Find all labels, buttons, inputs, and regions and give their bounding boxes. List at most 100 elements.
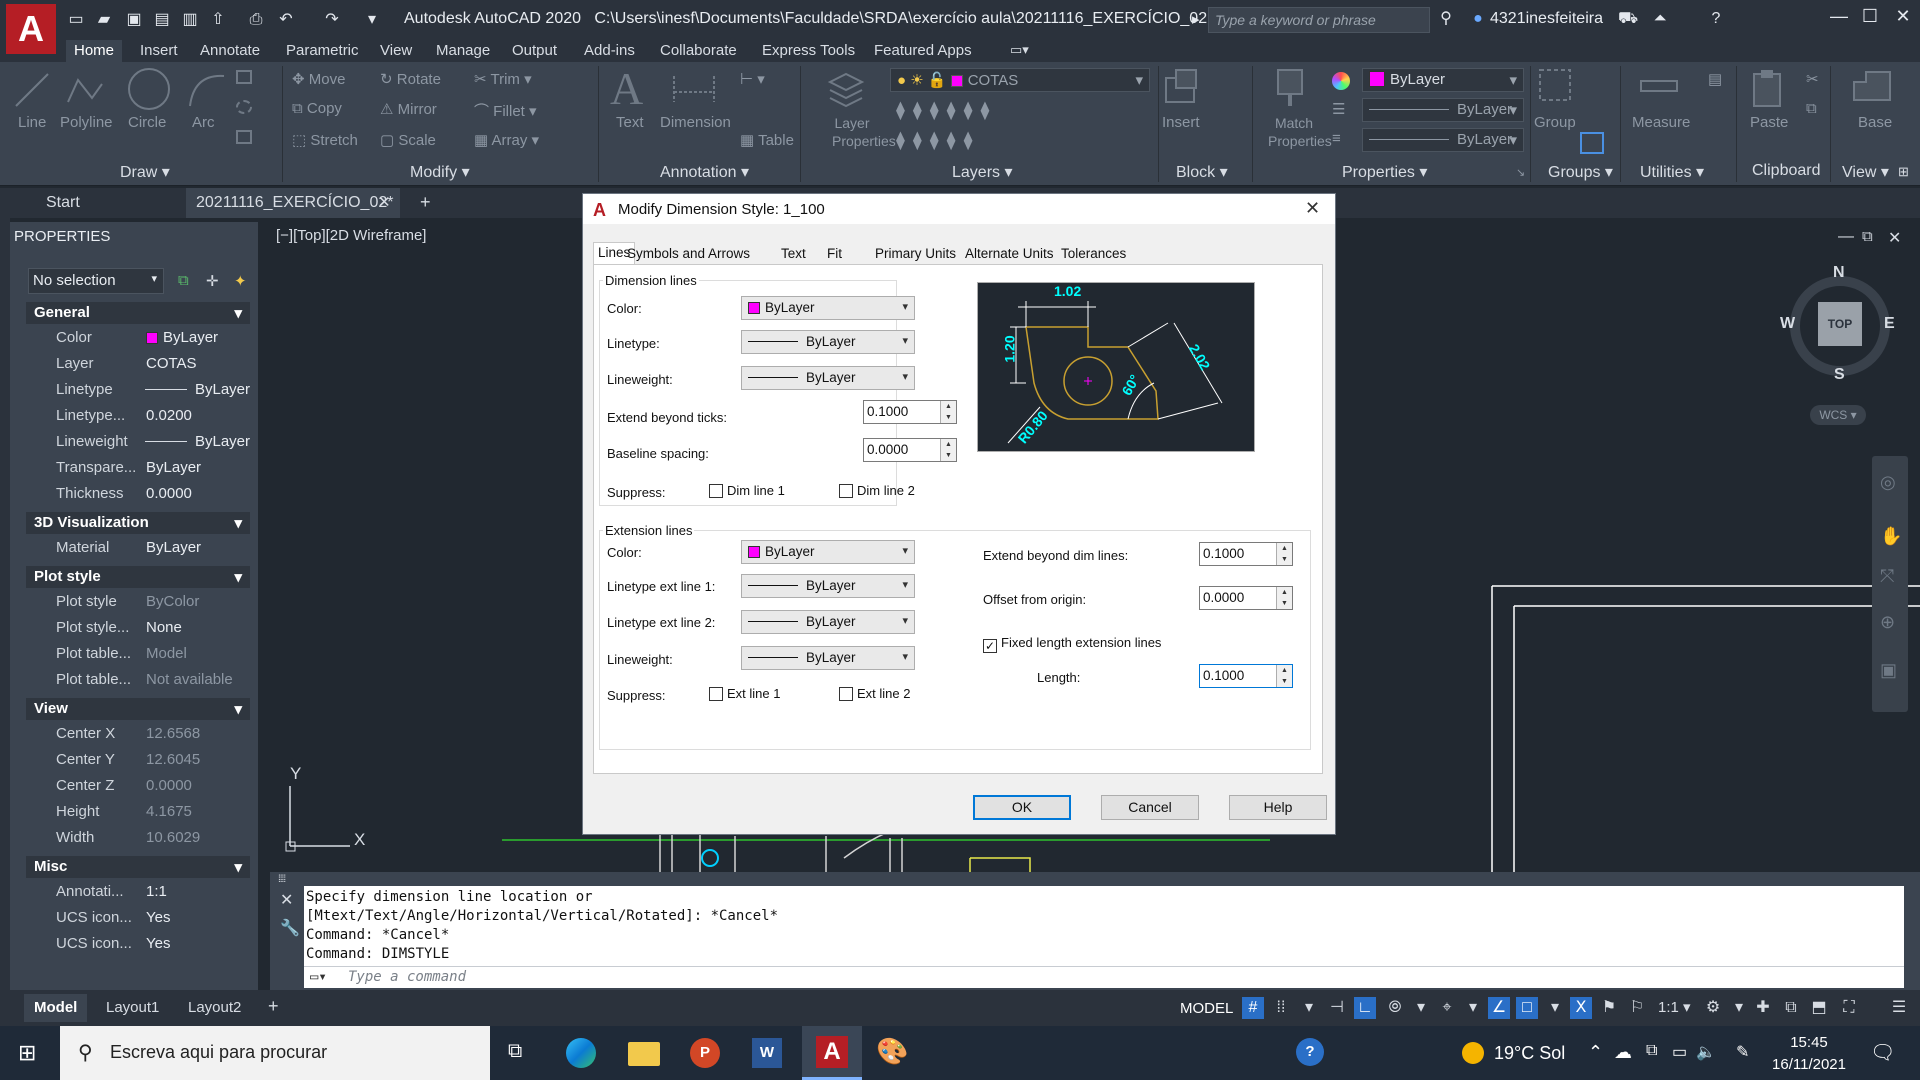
auto-scale-icon[interactable]: ⚑ bbox=[1598, 997, 1620, 1019]
file-explorer-icon[interactable] bbox=[628, 1042, 660, 1066]
publish-icon[interactable]: ⇧ bbox=[208, 10, 228, 30]
edge-icon[interactable] bbox=[566, 1038, 596, 1068]
viewport-minimize-icon[interactable]: — bbox=[1838, 228, 1854, 246]
isodraft-menu-icon[interactable]: ▾ bbox=[1462, 997, 1484, 1019]
measure-button[interactable]: Measure bbox=[1632, 114, 1690, 131]
group-button[interactable]: Group bbox=[1534, 114, 1576, 131]
select-objects-icon[interactable]: ✛ bbox=[206, 272, 219, 290]
dimension-button[interactable]: Dimension bbox=[660, 114, 731, 131]
palette-grip[interactable] bbox=[0, 218, 10, 1012]
section-plot-style[interactable]: Plot style ▾ bbox=[26, 566, 250, 588]
prop-row[interactable]: Lineweight ByLayer bbox=[26, 428, 250, 454]
save-icon[interactable]: ▣ bbox=[124, 10, 144, 30]
measure-icon[interactable] bbox=[1640, 80, 1678, 92]
osnap-menu-icon[interactable]: ▾ bbox=[1544, 997, 1566, 1019]
clock-time[interactable]: 15:45 bbox=[1774, 1034, 1844, 1051]
prop-row[interactable]: Transpare... ByLayer bbox=[26, 454, 250, 480]
dimension-icon[interactable] bbox=[668, 70, 720, 108]
linetype-dropdown[interactable]: ByLayer ▾ bbox=[1362, 98, 1524, 122]
tab-layout2[interactable]: Layout2 bbox=[178, 994, 251, 1022]
tab-collaborate[interactable]: Collaborate bbox=[652, 40, 745, 64]
tab-layout1[interactable]: Layout1 bbox=[96, 994, 169, 1022]
quick-properties-icon[interactable]: ⬒ bbox=[1808, 997, 1830, 1019]
model-space-button[interactable]: MODEL bbox=[1176, 997, 1237, 1021]
paste-icon[interactable] bbox=[1750, 66, 1786, 110]
new-tab-icon[interactable]: + bbox=[420, 192, 431, 213]
units-icon[interactable]: ⧉ bbox=[1780, 997, 1802, 1019]
gradient-icon[interactable] bbox=[236, 130, 252, 144]
annotation-visibility-icon[interactable]: Ⅹ bbox=[1570, 997, 1592, 1019]
word-icon[interactable]: W bbox=[752, 1038, 782, 1068]
grid-icon[interactable]: # bbox=[1242, 997, 1264, 1019]
prop-row[interactable]: Plot table... Not available bbox=[26, 666, 250, 692]
prop-row[interactable]: Plot table... Model bbox=[26, 640, 250, 666]
prop-row[interactable]: Plot style ByColor bbox=[26, 588, 250, 614]
ext-color-dropdown[interactable]: ByLayer ▾ bbox=[741, 540, 915, 564]
paint-icon[interactable]: 🎨 bbox=[876, 1036, 908, 1067]
baseline-spacing-input[interactable]: 0.0000 ▲ ▼ bbox=[863, 438, 957, 462]
dim-color-dropdown[interactable]: ByLayer ▾ bbox=[741, 296, 915, 320]
panel-annotation-title[interactable]: Annotation ▾ bbox=[660, 162, 749, 182]
tab-alternate-units[interactable]: Alternate Units bbox=[961, 244, 1058, 264]
polar-menu-icon[interactable]: ▾ bbox=[1410, 997, 1432, 1019]
weather-sun-icon[interactable] bbox=[1462, 1042, 1484, 1064]
line-icon[interactable] bbox=[10, 68, 54, 112]
pan-icon[interactable]: ✋ bbox=[1880, 526, 1902, 547]
ext-lineweight-dropdown[interactable]: ByLayer ▾ bbox=[741, 646, 915, 670]
open-icon[interactable]: ▰ bbox=[94, 10, 114, 30]
group-select-icon[interactable] bbox=[1580, 132, 1604, 154]
prop-row[interactable]: Thickness 0.0000 bbox=[26, 480, 250, 506]
table-button[interactable]: ▦ Table bbox=[740, 131, 794, 149]
polyline-icon[interactable] bbox=[62, 68, 106, 112]
stretch-button[interactable]: ⬚ Stretch bbox=[292, 131, 358, 149]
utilities-calc-icon[interactable]: ▤ bbox=[1708, 70, 1722, 88]
text-button[interactable]: Text bbox=[616, 114, 644, 131]
copy-clip-icon[interactable]: ⧉ bbox=[1806, 100, 1817, 117]
panel-block-title[interactable]: Block ▾ bbox=[1176, 162, 1228, 182]
workspace-gear-icon[interactable]: ⚙ bbox=[1702, 997, 1724, 1019]
tab-add-ins[interactable]: Add-ins bbox=[576, 40, 643, 64]
workspace-menu-icon[interactable]: ▾ bbox=[1728, 997, 1750, 1019]
windows-start-icon[interactable]: ⊞ bbox=[18, 1040, 36, 1066]
arc-button[interactable]: Arc bbox=[192, 114, 215, 131]
fillet-button[interactable]: ⌒ Fillet ▾ bbox=[474, 100, 537, 121]
snap-menu-icon[interactable]: ▾ bbox=[1298, 997, 1320, 1019]
paste-button[interactable]: Paste bbox=[1750, 114, 1788, 131]
taskbar-search[interactable]: ⚲ Escreva aqui para procurar bbox=[60, 1026, 490, 1080]
prop-row[interactable]: UCS icon... Yes bbox=[26, 930, 250, 956]
orbit-icon[interactable]: ⊕ bbox=[1880, 612, 1895, 633]
hatch-icon[interactable] bbox=[236, 100, 252, 114]
user-name[interactable]: 4321inesfeiteira bbox=[1490, 10, 1603, 28]
panel-layers-title[interactable]: Layers ▾ bbox=[952, 162, 1013, 182]
prop-row[interactable]: Material ByLayer bbox=[26, 534, 250, 560]
properties-launcher-icon[interactable]: ↘ bbox=[1516, 166, 1525, 179]
close-tab-icon[interactable]: ✕ bbox=[378, 193, 391, 211]
tray-chevron-icon[interactable]: ⌃ bbox=[1588, 1042, 1603, 1063]
ribbon-more-icon[interactable]: ⊞ bbox=[1898, 164, 1909, 180]
panel-properties-title[interactable]: Properties ▾ bbox=[1342, 162, 1427, 182]
pen-icon[interactable]: ✎ bbox=[1736, 1042, 1749, 1062]
cart-icon[interactable]: ⛟ bbox=[1618, 9, 1638, 29]
open-web-icon[interactable]: ▥ bbox=[180, 10, 200, 30]
color-wheel-icon[interactable] bbox=[1332, 72, 1350, 90]
leader-icon[interactable]: ⊢ ▾ bbox=[740, 70, 765, 88]
tab-fit[interactable]: Fit bbox=[823, 244, 846, 264]
tab-drawing[interactable]: 20211116_EXERCÍCIO_02* bbox=[186, 188, 400, 218]
prop-row[interactable]: Center X 12.6568 bbox=[26, 720, 250, 746]
cut-icon[interactable]: ✂ bbox=[1806, 70, 1819, 88]
compass-west[interactable]: W bbox=[1780, 315, 1795, 333]
prop-row[interactable]: Layer COTAS bbox=[26, 350, 250, 376]
layer-dropdown[interactable]: ● ☀ 🔓 COTAS ▾ bbox=[890, 68, 1150, 92]
osnap-tracking-icon[interactable]: ∠ bbox=[1488, 997, 1510, 1019]
maximize-icon[interactable]: ☐ bbox=[1855, 6, 1885, 32]
offset-from-origin-input[interactable]: 0.0000 ▲ ▼ bbox=[1199, 586, 1293, 610]
group-icon[interactable] bbox=[1536, 66, 1576, 110]
layer-tools-2-icon[interactable]: ⧫⧫⧫⧫⧫ bbox=[896, 130, 980, 151]
tab-home[interactable]: Home bbox=[66, 40, 123, 64]
command-close-icon[interactable]: ✕ bbox=[280, 890, 293, 910]
command-input[interactable]: ▭▾ Type a command bbox=[304, 966, 1904, 988]
command-grip-icon[interactable]: ⁞⁞⁞⁞ bbox=[278, 874, 286, 885]
move-button[interactable]: ✥ Move bbox=[292, 70, 345, 88]
fixed-length-checkbox[interactable]: ✓ Fixed length extension lines bbox=[983, 635, 1161, 653]
clean-screen-icon[interactable]: ⛶ bbox=[1838, 997, 1860, 1019]
